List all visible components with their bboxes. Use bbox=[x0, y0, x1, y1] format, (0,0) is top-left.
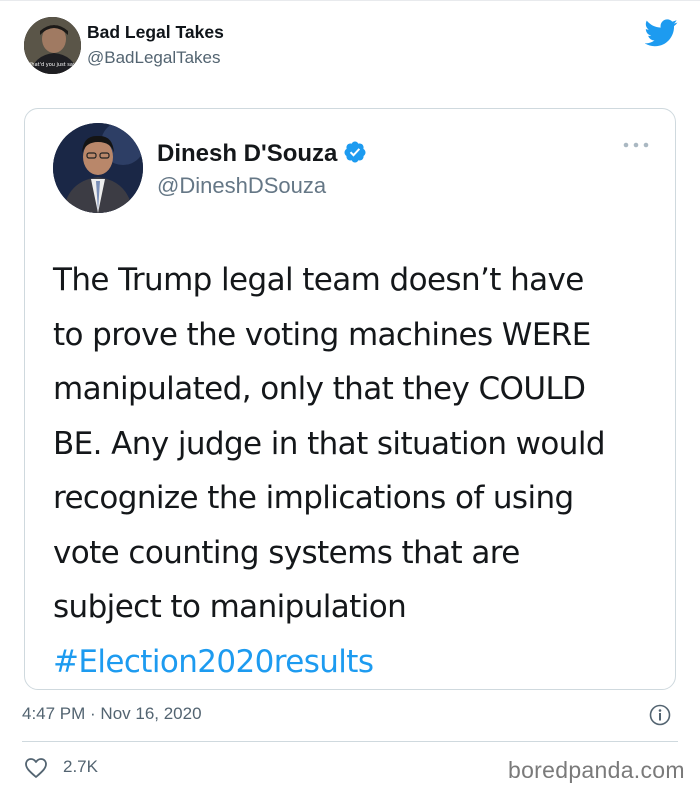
quoted-tweet-text: The Trump legal team doesn’t have to pro… bbox=[53, 253, 653, 689]
author-handle[interactable]: @BadLegalTakes bbox=[87, 48, 221, 68]
tweet-text-line: subject to manipulation bbox=[53, 589, 407, 625]
quoted-author-handle[interactable]: @DineshDSouza bbox=[157, 173, 326, 199]
quoted-author-avatar[interactable] bbox=[53, 123, 143, 213]
quoted-tweet-card[interactable]: Dinesh D'Souza @DineshDSouza The Trump l… bbox=[24, 108, 676, 690]
tweet-text-line: The Trump legal team doesn’t have bbox=[53, 262, 584, 298]
watermark: boredpanda.com bbox=[508, 757, 685, 783]
heart-icon[interactable] bbox=[24, 757, 48, 779]
tweet-text-line: to prove the voting machines WERE bbox=[53, 316, 591, 353]
hashtag-link[interactable]: #Election2020results bbox=[53, 635, 653, 690]
verified-badge-icon bbox=[344, 141, 366, 163]
quoted-author-name[interactable]: Dinesh D'Souza bbox=[157, 140, 367, 168]
twitter-bird-icon[interactable] bbox=[645, 19, 678, 47]
author-avatar[interactable]: What'd you just say? bbox=[24, 17, 81, 74]
divider bbox=[22, 741, 678, 742]
quoted-author-name-text: Dinesh D'Souza bbox=[157, 140, 338, 167]
avatar-caption: What'd you just say? bbox=[26, 62, 78, 68]
author-name[interactable]: Bad Legal Takes bbox=[87, 22, 224, 43]
tweet-text-line: manipulated, only that they COULD bbox=[53, 371, 586, 407]
top-border bbox=[0, 0, 700, 1]
tweet-text-line: vote counting systems that are bbox=[53, 534, 520, 571]
like-count[interactable]: 2.7K bbox=[63, 757, 98, 777]
tweet-timestamp[interactable]: 4:47 PM · Nov 16, 2020 bbox=[22, 704, 202, 724]
more-options-icon[interactable] bbox=[621, 139, 651, 151]
info-icon[interactable] bbox=[649, 704, 671, 726]
tweet-text-line: BE. Any judge in that situation would bbox=[53, 425, 606, 462]
tweet-text-line: recognize the implications of using bbox=[53, 480, 574, 516]
